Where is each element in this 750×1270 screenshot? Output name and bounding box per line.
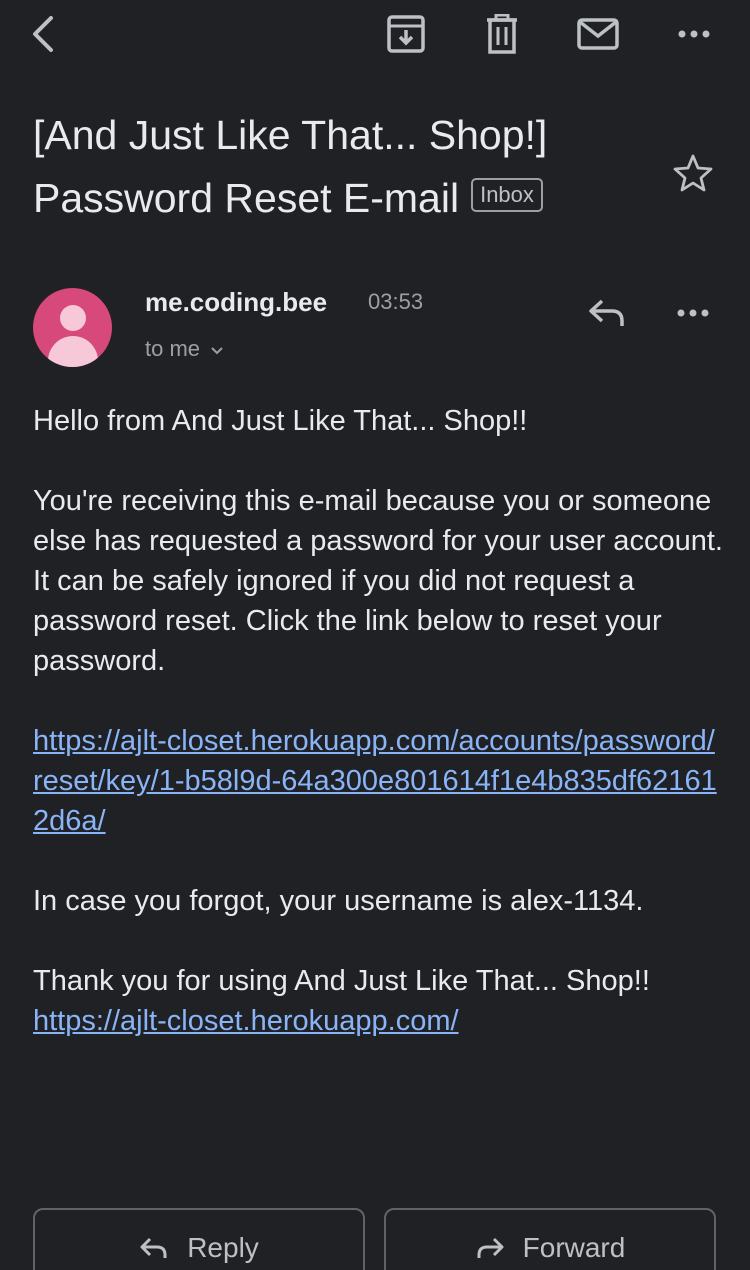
sender-name[interactable]: me.coding.bee	[145, 285, 327, 319]
delete-icon	[487, 14, 517, 54]
back-icon	[33, 16, 53, 52]
subject-line-2: Password Reset E-mail Inbox	[33, 167, 633, 230]
subject-line-2-text: Password Reset E-mail	[33, 175, 460, 221]
email-body: Hello from And Just Like That... Shop!! …	[33, 401, 723, 1041]
subject-line-1: [And Just Like That... Shop!]	[33, 112, 548, 158]
quick-reply-button[interactable]	[582, 290, 632, 336]
inbox-label[interactable]: Inbox	[471, 178, 543, 213]
forward-icon	[475, 1236, 505, 1260]
username-note: In case you forgot, your username is ale…	[33, 885, 644, 917]
delete-button[interactable]	[478, 10, 526, 58]
avatar-body-shape	[48, 336, 98, 367]
more-icon	[677, 309, 709, 317]
star-icon	[673, 154, 713, 192]
sender-avatar[interactable]	[33, 288, 112, 367]
body-paragraph: It can be safely ignored if you did not …	[33, 565, 662, 677]
site-link[interactable]: https://ajlt-closet.herokuapp.com/	[33, 1005, 459, 1037]
archive-button[interactable]	[382, 10, 430, 58]
thanks-text: Thank you for using And Just Like That..…	[33, 965, 650, 997]
top-toolbar	[0, 0, 750, 70]
email-view: [And Just Like That... Shop!] Password R…	[0, 0, 750, 1270]
recipient-details-toggle[interactable]: to me	[145, 334, 224, 364]
more-icon	[678, 30, 710, 38]
reset-password-link[interactable]: https://ajlt-closet.herokuapp.com/accoun…	[33, 725, 717, 837]
more-options-button[interactable]	[670, 10, 718, 58]
greeting-text: Hello from And Just Like That... Shop!!	[33, 405, 528, 437]
archive-icon	[387, 15, 425, 53]
mark-unread-icon	[577, 18, 619, 50]
reply-icon	[139, 1236, 169, 1260]
avatar-head-shape	[60, 305, 86, 331]
back-button[interactable]	[20, 10, 68, 58]
star-button[interactable]	[668, 148, 718, 198]
forward-label: Forward	[522, 1232, 626, 1263]
mark-unread-button[interactable]	[574, 10, 622, 58]
recipient-text: to me	[145, 336, 201, 361]
reply-label: Reply	[187, 1232, 259, 1263]
forward-button[interactable]: Forward	[384, 1208, 716, 1270]
reply-button[interactable]: Reply	[33, 1208, 365, 1270]
reply-icon	[589, 299, 624, 326]
email-subject: [And Just Like That... Shop!] Password R…	[33, 104, 633, 230]
email-time: 03:53	[368, 289, 424, 314]
body-paragraph: You're receiving this e-mail because you…	[33, 485, 723, 557]
chevron-down-icon	[210, 334, 224, 364]
message-more-button[interactable]	[668, 290, 718, 336]
